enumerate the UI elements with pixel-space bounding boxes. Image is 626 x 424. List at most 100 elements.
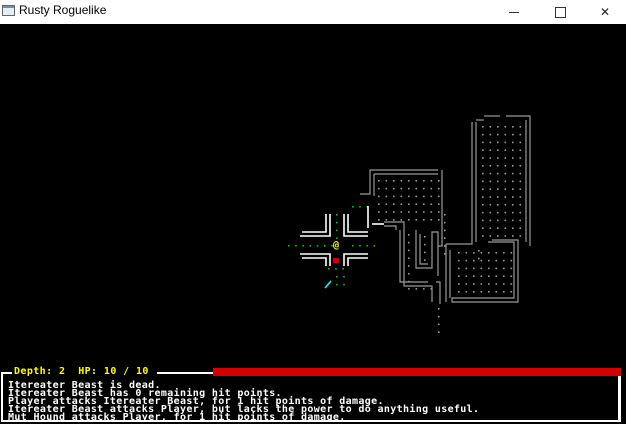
- floor-tile: [519, 211, 522, 214]
- floor-tile: [488, 283, 490, 285]
- floor-tile: [510, 283, 513, 285]
- lit-wall: [302, 257, 327, 266]
- floor-tile: [510, 259, 513, 262]
- game-viewport[interactable]: @ Itereater Beast is dead. Itereater Bea…: [0, 24, 626, 424]
- entities: @: [324, 240, 339, 289]
- floor-tile: [497, 133, 499, 136]
- floor-tile: [393, 195, 395, 198]
- lit-wall: [302, 214, 327, 233]
- floor-tile: [378, 211, 380, 213]
- lit-floor-tile: [336, 214, 338, 216]
- floor-tile: [393, 187, 395, 190]
- floor-tile: [497, 227, 499, 229]
- maximize-button[interactable]: [537, 0, 583, 24]
- floor-tile: [408, 241, 410, 244]
- floor-tile: [444, 245, 446, 247]
- floor-tile: [465, 252, 468, 254]
- floor-tile: [519, 133, 522, 136]
- floor-tile: [482, 188, 484, 190]
- floor-tile: [480, 283, 483, 285]
- log-line: Mut Hound attacks Player, for 1 hit poin…: [8, 412, 346, 423]
- floor-tile: [458, 259, 460, 262]
- floor-tile: [482, 219, 484, 222]
- floor-tile: [482, 172, 484, 175]
- floor-tile: [488, 252, 490, 254]
- floor-tile: [504, 227, 507, 229]
- floor-tile: [488, 267, 490, 270]
- floor-tile: [423, 180, 425, 182]
- lit-floor-tile: [316, 245, 319, 247]
- floor-tile: [385, 180, 388, 182]
- floor-tile: [408, 273, 410, 275]
- floor-tile: [415, 195, 418, 198]
- minimize-icon: [509, 11, 519, 13]
- floor-tile: [465, 275, 468, 277]
- floor-tile: [473, 275, 475, 277]
- wall: [415, 230, 439, 276]
- floor-tile: [504, 172, 507, 175]
- floor-tile: [465, 267, 468, 270]
- floor-tile: [423, 219, 425, 221]
- visible-floor: [288, 206, 376, 286]
- floor-tile: [482, 141, 484, 144]
- floor-tile: [504, 180, 507, 183]
- floor-tile: [488, 291, 490, 293]
- floor-tile: [519, 172, 522, 175]
- lit-floor-tile: [352, 245, 354, 247]
- title-bar[interactable]: Rusty Roguelike ✕: [0, 0, 626, 24]
- lit-wall: [347, 257, 368, 266]
- floor-tile: [495, 259, 498, 262]
- floor-tile: [438, 211, 440, 213]
- floor-tile: [503, 259, 505, 262]
- visible-walls: [300, 206, 384, 266]
- lit-floor-tile: [309, 245, 312, 247]
- floor-tile: [444, 221, 446, 224]
- floor-tile: [489, 180, 492, 183]
- floor-tile: [473, 291, 475, 293]
- floor-tile: [512, 149, 514, 151]
- floor-tile: [458, 275, 460, 277]
- floor-tile: [480, 275, 483, 277]
- floor-tile: [482, 126, 484, 128]
- floor-tile: [400, 203, 403, 205]
- lit-floor-tile: [336, 221, 338, 224]
- floor-tile: [510, 275, 513, 277]
- floor-tile: [504, 141, 507, 144]
- floor-tile: [444, 229, 446, 232]
- floor-tile: [424, 259, 426, 261]
- floor-tile: [378, 203, 380, 205]
- floor-tile: [423, 288, 425, 290]
- maximize-icon: [554, 6, 566, 18]
- lit-floor-tile: [335, 268, 337, 270]
- floor-tile: [408, 265, 410, 267]
- floor-tile: [512, 172, 514, 175]
- close-button[interactable]: ✕: [582, 0, 626, 24]
- floor-tile: [497, 235, 499, 237]
- lit-floor-tile: [373, 245, 376, 247]
- floor-tile: [510, 252, 513, 254]
- floor-tile: [497, 204, 499, 206]
- floor-tile: [393, 203, 395, 205]
- dungeon-map: @: [0, 24, 626, 369]
- floor-tile: [489, 172, 492, 175]
- lit-floor-tile: [359, 206, 361, 208]
- floor-tile: [512, 157, 514, 159]
- floor-tile: [512, 227, 514, 229]
- floor-tile: [444, 214, 446, 216]
- floor-tile: [385, 219, 388, 221]
- floor-tile: [444, 253, 446, 255]
- floor-tile: [489, 211, 492, 214]
- floor-tile: [482, 196, 484, 198]
- floor-tile: [504, 165, 507, 167]
- floor-tile: [512, 204, 514, 206]
- floor-tile: [489, 196, 492, 198]
- floor-tile: [458, 291, 460, 293]
- floor-tile: [430, 219, 433, 221]
- floor-tile: [504, 219, 507, 222]
- floor-tile: [385, 211, 388, 213]
- floor-tile: [423, 211, 425, 213]
- floor-tile: [408, 257, 410, 259]
- log-frame: Itereater Beast is dead. Itereater Beast…: [1, 372, 621, 423]
- floor-tile: [473, 283, 475, 285]
- minimize-button[interactable]: [491, 0, 537, 24]
